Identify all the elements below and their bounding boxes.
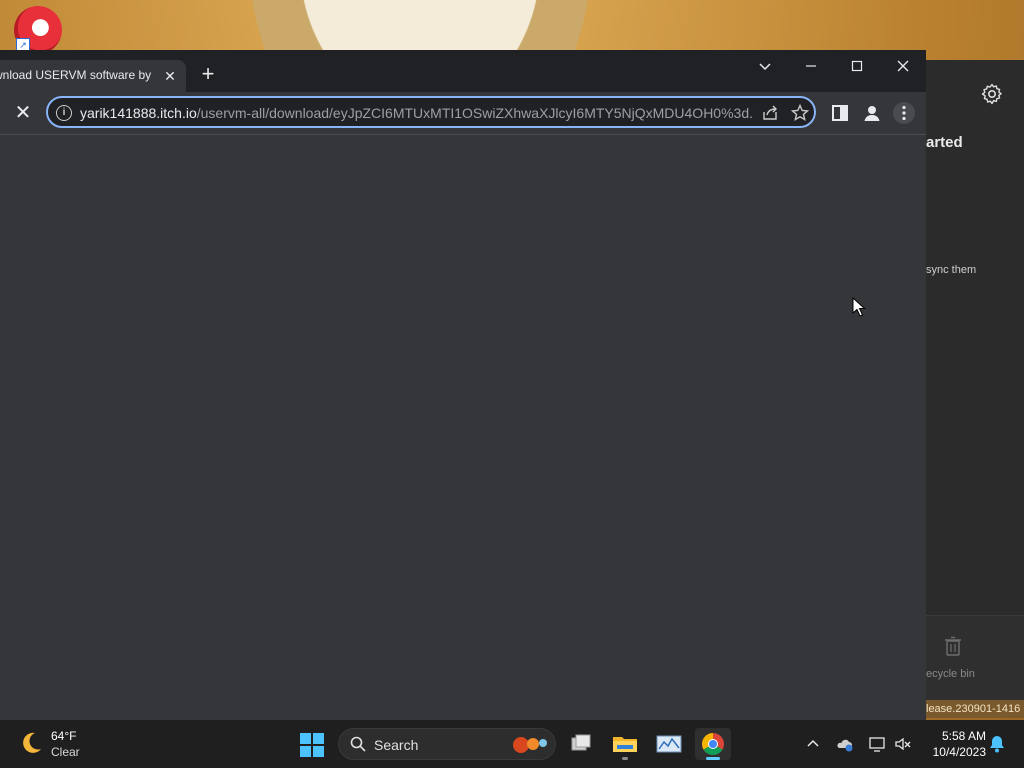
running-indicator	[622, 757, 628, 760]
release-watermark: lease.230901-1416	[922, 700, 1024, 718]
weather-temperature[interactable]: 64°F	[51, 729, 76, 743]
onedrive-icon[interactable]	[835, 734, 855, 754]
clock-time: 5:58 AM	[941, 729, 986, 743]
browser-toolbar: ✕ i yarik141888.itch.io/uservm-all/downl…	[0, 92, 926, 135]
trash-icon[interactable]	[944, 636, 962, 656]
desktop-app-shortcut-icon[interactable]: ↗	[14, 6, 62, 54]
site-info-icon[interactable]: i	[56, 105, 72, 121]
file-explorer-button[interactable]	[607, 728, 643, 760]
volume-muted-icon[interactable]	[893, 734, 913, 754]
tab-close-icon[interactable]: ✕	[162, 68, 178, 84]
windows-logo-tile	[313, 746, 324, 757]
photos-app-icon	[656, 735, 682, 753]
photos-app-button[interactable]	[651, 728, 687, 760]
minimize-icon[interactable]	[800, 56, 822, 76]
start-button[interactable]	[300, 733, 324, 757]
share-icon[interactable]	[760, 103, 780, 123]
new-tab-button[interactable]: +	[198, 63, 218, 85]
windows-logo-tile	[300, 746, 311, 757]
taskbar: 64°F Clear Search 5:58 AM 10/4/2023	[0, 720, 1024, 768]
folder-icon	[613, 737, 637, 752]
tab-download-uservm[interactable]: wnload USERVM software by ✕	[0, 60, 186, 92]
close-window-icon[interactable]	[892, 56, 914, 76]
task-view-icon	[571, 734, 591, 751]
task-view-button[interactable]	[563, 728, 599, 760]
clock-date: 10/4/2023	[932, 745, 986, 759]
url-text[interactable]: yarik141888.itch.io/uservm-all/download/…	[80, 105, 752, 121]
settings-gear-icon[interactable]	[980, 82, 1004, 106]
recycle-bin-label: ecycle bin	[926, 668, 975, 680]
app-heading: arted	[926, 134, 963, 151]
side-panel-icon[interactable]	[829, 102, 851, 124]
page-content-blank	[0, 135, 926, 720]
show-hidden-icons-chevron-icon[interactable]	[803, 734, 823, 754]
windows-logo-tile	[313, 733, 324, 744]
browser-window: wnload USERVM software by ✕ + ✕ i yarik1…	[0, 50, 926, 720]
search-highlight-icon	[513, 737, 547, 753]
tab-title: wnload USERVM software by	[0, 68, 152, 82]
active-indicator	[706, 757, 720, 760]
tab-strip: wnload USERVM software by ✕ +	[0, 50, 926, 92]
mouse-cursor-icon	[852, 297, 866, 317]
search-label: Search	[374, 737, 419, 753]
profile-icon[interactable]	[861, 102, 883, 124]
tab-search-chevron-icon[interactable]	[754, 56, 776, 76]
chrome-taskbar-button[interactable]	[695, 728, 731, 760]
windows-logo-tile	[300, 733, 311, 744]
search-icon	[350, 736, 366, 752]
sync-description: sync them	[926, 264, 977, 276]
url-host: yarik141888.itch.io	[80, 105, 197, 121]
recycle-bin-area: ecycle bin	[926, 615, 1024, 701]
bookmark-star-icon[interactable]	[790, 103, 810, 123]
network-display-icon[interactable]	[867, 734, 887, 754]
moon-weather-icon[interactable]	[18, 730, 44, 756]
system-clock[interactable]: 5:58 AM 10/4/2023	[922, 728, 986, 760]
taskbar-search[interactable]: Search	[338, 728, 556, 760]
maximize-icon[interactable]	[846, 56, 868, 76]
stop-loading-button[interactable]: ✕	[12, 102, 34, 124]
url-path: /uservm-all/download/eyJpZCI6MTUxMTI1OSw…	[196, 105, 752, 121]
background-app-window: arted sync them ecycle bin	[926, 60, 1024, 701]
more-menu-icon[interactable]	[893, 102, 915, 124]
chrome-icon	[702, 733, 724, 755]
address-bar[interactable]: i yarik141888.itch.io/uservm-all/downloa…	[46, 96, 816, 128]
notification-bell-icon[interactable]	[988, 734, 1006, 754]
weather-condition[interactable]: Clear	[51, 745, 80, 759]
